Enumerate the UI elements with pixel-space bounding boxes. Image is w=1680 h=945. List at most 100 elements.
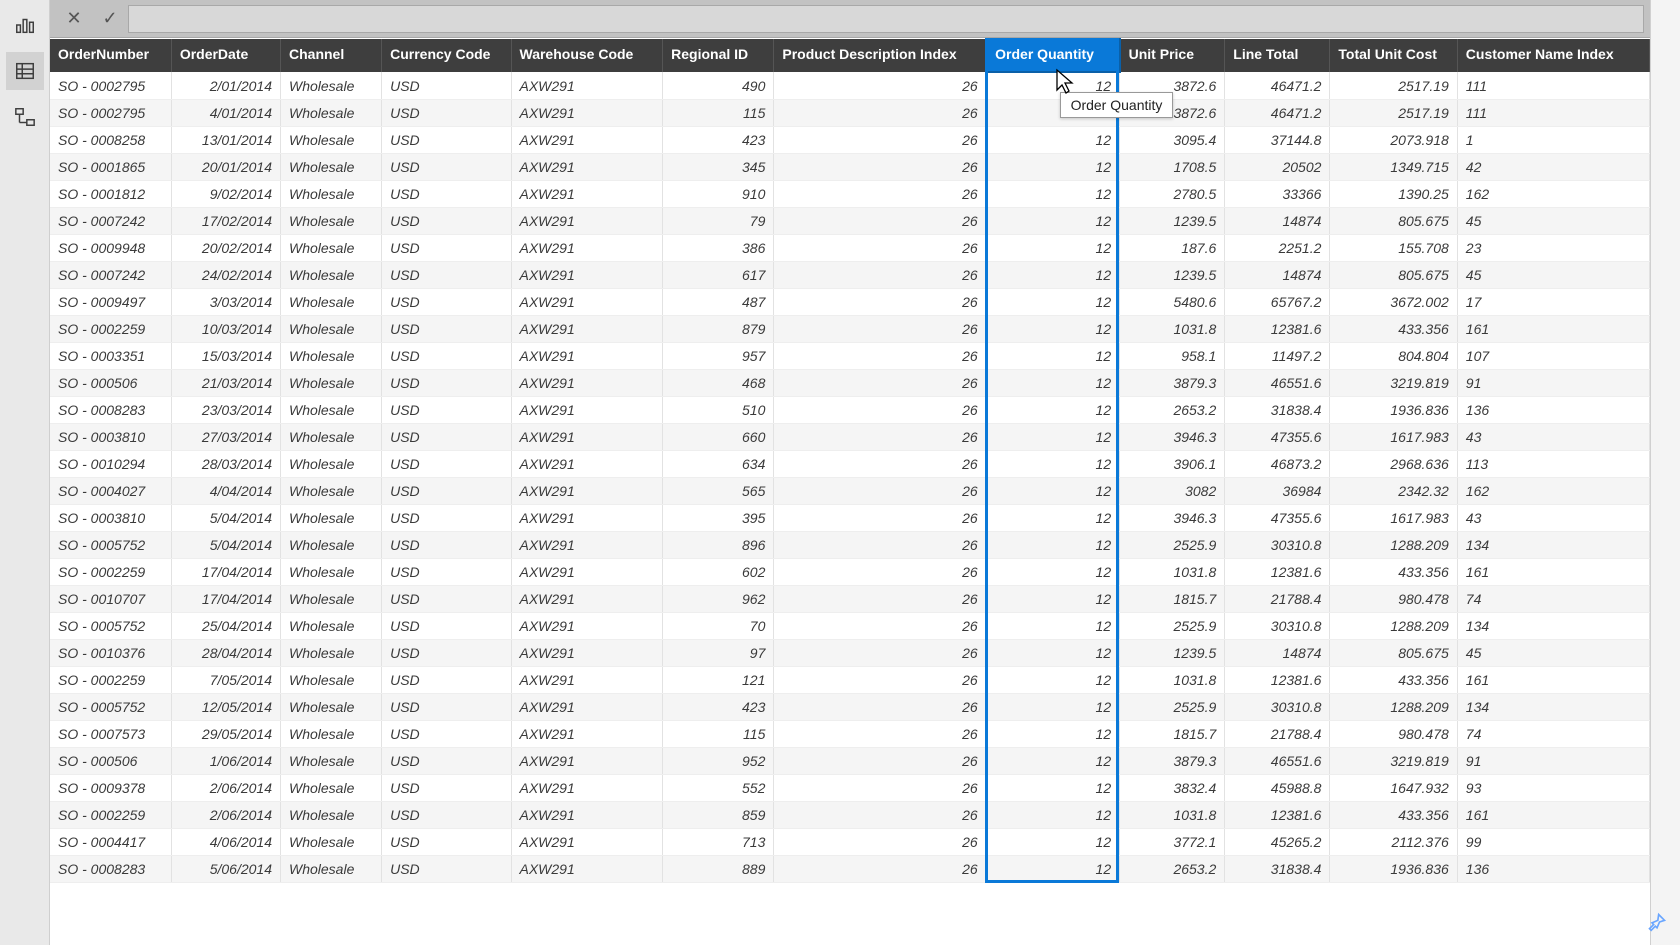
cell-UnitPrice[interactable]: 1239.5 [1120,208,1225,235]
cell-CustomerNameIndex[interactable]: 111 [1457,100,1649,127]
cell-TotalUnitCost[interactable]: 3672.002 [1330,289,1457,316]
cell-OrderQuantity[interactable]: 12 [986,613,1119,640]
cell-ProductDescriptionIndex[interactable]: 26 [774,316,986,343]
cell-WarehouseCode[interactable]: AXW291 [511,694,663,721]
cell-CurrencyCode[interactable]: USD [382,100,511,127]
cell-OrderNumber[interactable]: SO - 0001865 [50,154,171,181]
cell-CustomerNameIndex[interactable]: 74 [1457,721,1649,748]
cell-OrderNumber[interactable]: SO - 0008258 [50,127,171,154]
cell-TotalUnitCost[interactable]: 1288.209 [1330,532,1457,559]
cell-OrderQuantity[interactable]: 12 [986,802,1119,829]
cell-WarehouseCode[interactable]: AXW291 [511,532,663,559]
cell-UnitPrice[interactable]: 3082 [1120,478,1225,505]
cell-OrderNumber[interactable]: SO - 0001812 [50,181,171,208]
table-row[interactable]: SO - 00027954/01/2014WholesaleUSDAXW2911… [50,100,1650,127]
cell-Channel[interactable]: Wholesale [281,478,382,505]
cell-OrderDate[interactable]: 5/04/2014 [171,532,280,559]
cell-OrderDate[interactable]: 21/03/2014 [171,370,280,397]
cell-CurrencyCode[interactable]: USD [382,424,511,451]
cell-WarehouseCode[interactable]: AXW291 [511,478,663,505]
cell-OrderNumber[interactable]: SO - 0002795 [50,72,171,100]
cell-WarehouseCode[interactable]: AXW291 [511,235,663,262]
cell-CurrencyCode[interactable]: USD [382,694,511,721]
cell-TotalUnitCost[interactable]: 1349.715 [1330,154,1457,181]
cell-CurrencyCode[interactable]: USD [382,397,511,424]
cell-WarehouseCode[interactable]: AXW291 [511,802,663,829]
cell-Channel[interactable]: Wholesale [281,640,382,667]
cell-OrderNumber[interactable]: SO - 0005752 [50,532,171,559]
cell-OrderNumber[interactable]: SO - 0002795 [50,100,171,127]
cell-OrderDate[interactable]: 1/06/2014 [171,748,280,775]
column-header-TotalUnitCost[interactable]: Total Unit Cost [1330,39,1457,72]
cell-ProductDescriptionIndex[interactable]: 26 [774,127,986,154]
cell-OrderQuantity[interactable]: 12 [986,721,1119,748]
cell-CustomerNameIndex[interactable]: 91 [1457,370,1649,397]
cell-ProductDescriptionIndex[interactable]: 26 [774,478,986,505]
cell-UnitPrice[interactable]: 1815.7 [1120,586,1225,613]
table-row[interactable]: SO - 00022597/05/2014WholesaleUSDAXW2911… [50,667,1650,694]
cell-CustomerNameIndex[interactable]: 162 [1457,181,1649,208]
cell-UnitPrice[interactable]: 1031.8 [1120,667,1225,694]
cell-UnitPrice[interactable]: 1815.7 [1120,721,1225,748]
cell-RegionalID[interactable]: 962 [663,586,774,613]
cell-CurrencyCode[interactable]: USD [382,154,511,181]
table-row[interactable]: SO - 000575212/05/2014WholesaleUSDAXW291… [50,694,1650,721]
cell-CustomerNameIndex[interactable]: 42 [1457,154,1649,181]
cell-Channel[interactable]: Wholesale [281,721,382,748]
cell-RegionalID[interactable]: 70 [663,613,774,640]
cell-TotalUnitCost[interactable]: 2517.19 [1330,100,1457,127]
table-row[interactable]: SO - 001029428/03/2014WholesaleUSDAXW291… [50,451,1650,478]
cell-CustomerNameIndex[interactable]: 23 [1457,235,1649,262]
cell-OrderDate[interactable]: 2/06/2014 [171,802,280,829]
cell-ProductDescriptionIndex[interactable]: 26 [774,343,986,370]
cell-CurrencyCode[interactable]: USD [382,613,511,640]
cell-RegionalID[interactable]: 552 [663,775,774,802]
cell-OrderDate[interactable]: 5/04/2014 [171,505,280,532]
cell-ProductDescriptionIndex[interactable]: 26 [774,370,986,397]
cell-ProductDescriptionIndex[interactable]: 26 [774,289,986,316]
formula-input[interactable] [128,5,1644,33]
column-header-Channel[interactable]: Channel [281,39,382,72]
cell-LineTotal[interactable]: 21788.4 [1225,721,1330,748]
cell-Channel[interactable]: Wholesale [281,72,382,100]
cell-Channel[interactable]: Wholesale [281,559,382,586]
cell-RegionalID[interactable]: 121 [663,667,774,694]
cell-CurrencyCode[interactable]: USD [382,208,511,235]
cell-UnitPrice[interactable]: 3906.1 [1120,451,1225,478]
cell-CurrencyCode[interactable]: USD [382,856,511,883]
cell-TotalUnitCost[interactable]: 1390.25 [1330,181,1457,208]
cell-WarehouseCode[interactable]: AXW291 [511,370,663,397]
right-panel-collapsed[interactable] [1650,0,1680,945]
cell-Channel[interactable]: Wholesale [281,370,382,397]
cell-CurrencyCode[interactable]: USD [382,478,511,505]
table-row[interactable]: SO - 00040274/04/2014WholesaleUSDAXW2915… [50,478,1650,505]
cell-TotalUnitCost[interactable]: 1936.836 [1330,856,1457,883]
cell-CurrencyCode[interactable]: USD [382,802,511,829]
cell-CustomerNameIndex[interactable]: 74 [1457,586,1649,613]
cell-RegionalID[interactable]: 713 [663,829,774,856]
cell-OrderDate[interactable]: 4/04/2014 [171,478,280,505]
cell-LineTotal[interactable]: 46873.2 [1225,451,1330,478]
cell-CurrencyCode[interactable]: USD [382,640,511,667]
cell-Channel[interactable]: Wholesale [281,289,382,316]
cell-CustomerNameIndex[interactable]: 134 [1457,694,1649,721]
cell-RegionalID[interactable]: 660 [663,424,774,451]
cell-OrderDate[interactable]: 2/01/2014 [171,72,280,100]
cell-UnitPrice[interactable]: 1031.8 [1120,559,1225,586]
cell-OrderNumber[interactable]: SO - 0010294 [50,451,171,478]
cell-OrderDate[interactable]: 17/04/2014 [171,586,280,613]
cell-WarehouseCode[interactable]: AXW291 [511,613,663,640]
table-row[interactable]: SO - 000828323/03/2014WholesaleUSDAXW291… [50,397,1650,424]
cell-OrderNumber[interactable]: SO - 0007573 [50,721,171,748]
cell-CurrencyCode[interactable]: USD [382,127,511,154]
cell-CustomerNameIndex[interactable]: 17 [1457,289,1649,316]
cell-OrderDate[interactable]: 4/01/2014 [171,100,280,127]
cell-Channel[interactable]: Wholesale [281,127,382,154]
cell-ProductDescriptionIndex[interactable]: 26 [774,667,986,694]
cell-ProductDescriptionIndex[interactable]: 26 [774,262,986,289]
cell-OrderNumber[interactable]: SO - 0002259 [50,667,171,694]
cell-UnitPrice[interactable]: 1239.5 [1120,262,1225,289]
table-row[interactable]: SO - 001070717/04/2014WholesaleUSDAXW291… [50,586,1650,613]
cell-UnitPrice[interactable]: 1708.5 [1120,154,1225,181]
cell-Channel[interactable]: Wholesale [281,154,382,181]
